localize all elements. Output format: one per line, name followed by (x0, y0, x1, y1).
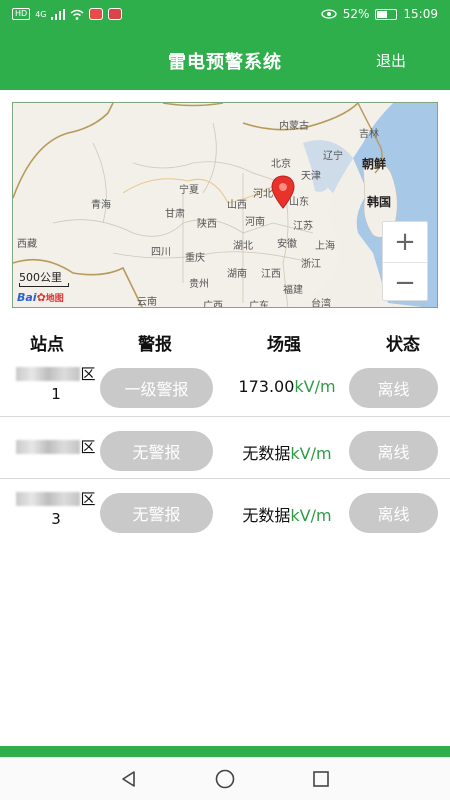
baidu-map-logo: Bai✿地图 (17, 291, 64, 304)
map-label: 广东 (249, 301, 269, 308)
map-label: 贵州 (189, 279, 209, 290)
field-strength: 无数据kV/m (222, 440, 352, 464)
field-value: 无数据 (242, 506, 291, 525)
map-label: 上海 (315, 241, 335, 252)
station-name: 区 1 (14, 364, 98, 404)
status-button[interactable]: 离线 (349, 368, 438, 408)
baidu-logo-suffix: 地图 (45, 294, 64, 304)
wifi-icon (71, 9, 84, 20)
map-label: 河北 (253, 189, 273, 200)
map-label: 青海 (91, 200, 111, 211)
logout-button[interactable]: 退出 (376, 50, 406, 71)
station-name-suffix: 区 (80, 365, 96, 383)
baidu-logo-text: Bai (17, 291, 37, 304)
map-label: 重庆 (185, 253, 205, 264)
clock: 15:09 (403, 7, 438, 21)
field-strength: 173.00kV/m (222, 377, 352, 396)
map-label: 广西 (203, 301, 223, 308)
app-notification-icon (89, 8, 104, 20)
station-index: 1 (51, 385, 61, 403)
zoom-controls: + − (382, 221, 428, 301)
app-header: 雷电预警系统 退出 (0, 28, 450, 90)
field-value: 无数据 (242, 444, 291, 463)
station-name-suffix: 区 (80, 490, 96, 508)
row-divider (0, 416, 450, 417)
field-unit: kV/m (290, 506, 332, 525)
location-pin-icon[interactable] (271, 175, 295, 209)
map-label: 北京 (271, 159, 291, 170)
status-button[interactable]: 离线 (349, 493, 438, 533)
status-right: 52% 15:09 (321, 7, 438, 21)
map-label: 台湾 (311, 299, 331, 308)
column-header-field: 场强 (267, 335, 301, 355)
table-row[interactable]: 区 无警报 无数据kV/m 离线 (0, 427, 450, 489)
map-label: 河南 (245, 217, 265, 228)
map-label: 天津 (301, 171, 321, 182)
recents-square-icon (313, 770, 329, 787)
back-button[interactable] (117, 767, 141, 791)
map-label: 湖北 (233, 241, 253, 252)
map-label: 朝鲜 (362, 157, 387, 171)
map-label: 山西 (227, 200, 247, 211)
network-type: 4G (35, 9, 47, 19)
map-scale-bar (19, 283, 69, 287)
map-label: 宁夏 (179, 185, 199, 196)
map-label: 陕西 (197, 219, 217, 230)
home-circle-icon (215, 769, 235, 788)
map-view[interactable]: 内蒙古 吉林 北京 天津 辽宁 朝鲜 宁夏 河北 山东 韩国 青海 甘肃 山西 … (12, 102, 438, 308)
signal-icon (51, 8, 66, 20)
station-index: 3 (51, 510, 61, 528)
map-label: 韩国 (367, 195, 392, 209)
app-notification-icon (108, 8, 123, 20)
field-strength: 无数据kV/m (222, 502, 352, 526)
zoom-out-button[interactable]: − (383, 262, 427, 302)
battery-icon (375, 8, 398, 20)
map-label: 吉林 (359, 129, 379, 140)
eye-icon (321, 9, 337, 19)
bottom-accent-bar (0, 746, 450, 757)
field-value: 173.00 (238, 377, 295, 396)
field-unit: kV/m (290, 444, 332, 463)
station-name: 区 3 (14, 489, 98, 529)
redacted-text (16, 492, 81, 506)
alarm-level-button[interactable]: 无警报 (100, 431, 213, 471)
map-label: 西藏 (17, 239, 37, 250)
station-name-suffix: 区 (80, 438, 96, 456)
home-button[interactable] (213, 767, 237, 791)
battery-percent: 52% (342, 7, 370, 21)
alarm-level-button[interactable]: 无警报 (100, 493, 213, 533)
map-label: 福建 (283, 285, 303, 296)
hd-indicator: HD (12, 8, 31, 20)
map-label: 辽宁 (323, 151, 343, 162)
row-divider (0, 478, 450, 479)
back-triangle-icon (122, 770, 135, 787)
table-row[interactable]: 区 3 无警报 无数据kV/m 离线 (0, 489, 450, 551)
status-bar: HD 4G 52% 15:09 (0, 0, 450, 28)
zoom-in-button[interactable]: + (383, 222, 427, 262)
redacted-text (16, 440, 81, 454)
station-table-header: 站点 警报 场强 状态 (0, 330, 450, 356)
alarm-level-button[interactable]: 一级警报 (100, 368, 213, 408)
column-header-status: 状态 (386, 335, 420, 355)
map-label: 云南 (137, 297, 157, 308)
recents-button[interactable] (309, 767, 333, 791)
battery-fill (377, 10, 387, 18)
paw-icon: ✿ (36, 291, 46, 304)
map-label: 江西 (261, 269, 281, 280)
system-navigation-bar (0, 757, 450, 800)
map-label: 浙江 (301, 259, 321, 270)
map-label: 江苏 (293, 221, 313, 232)
map-label: 甘肃 (165, 209, 185, 220)
map-label: 湖南 (227, 269, 247, 280)
redacted-text (16, 367, 81, 381)
map-label: 四川 (151, 247, 171, 258)
map-label: 安徽 (277, 239, 297, 250)
map-label: 内蒙古 (279, 121, 309, 132)
station-name: 区 (14, 437, 98, 457)
status-left: HD 4G (12, 8, 123, 20)
column-header-station: 站点 (30, 335, 64, 355)
status-button[interactable]: 离线 (349, 431, 438, 471)
field-unit: kV/m (294, 377, 336, 396)
column-header-alarm: 警报 (138, 335, 172, 355)
